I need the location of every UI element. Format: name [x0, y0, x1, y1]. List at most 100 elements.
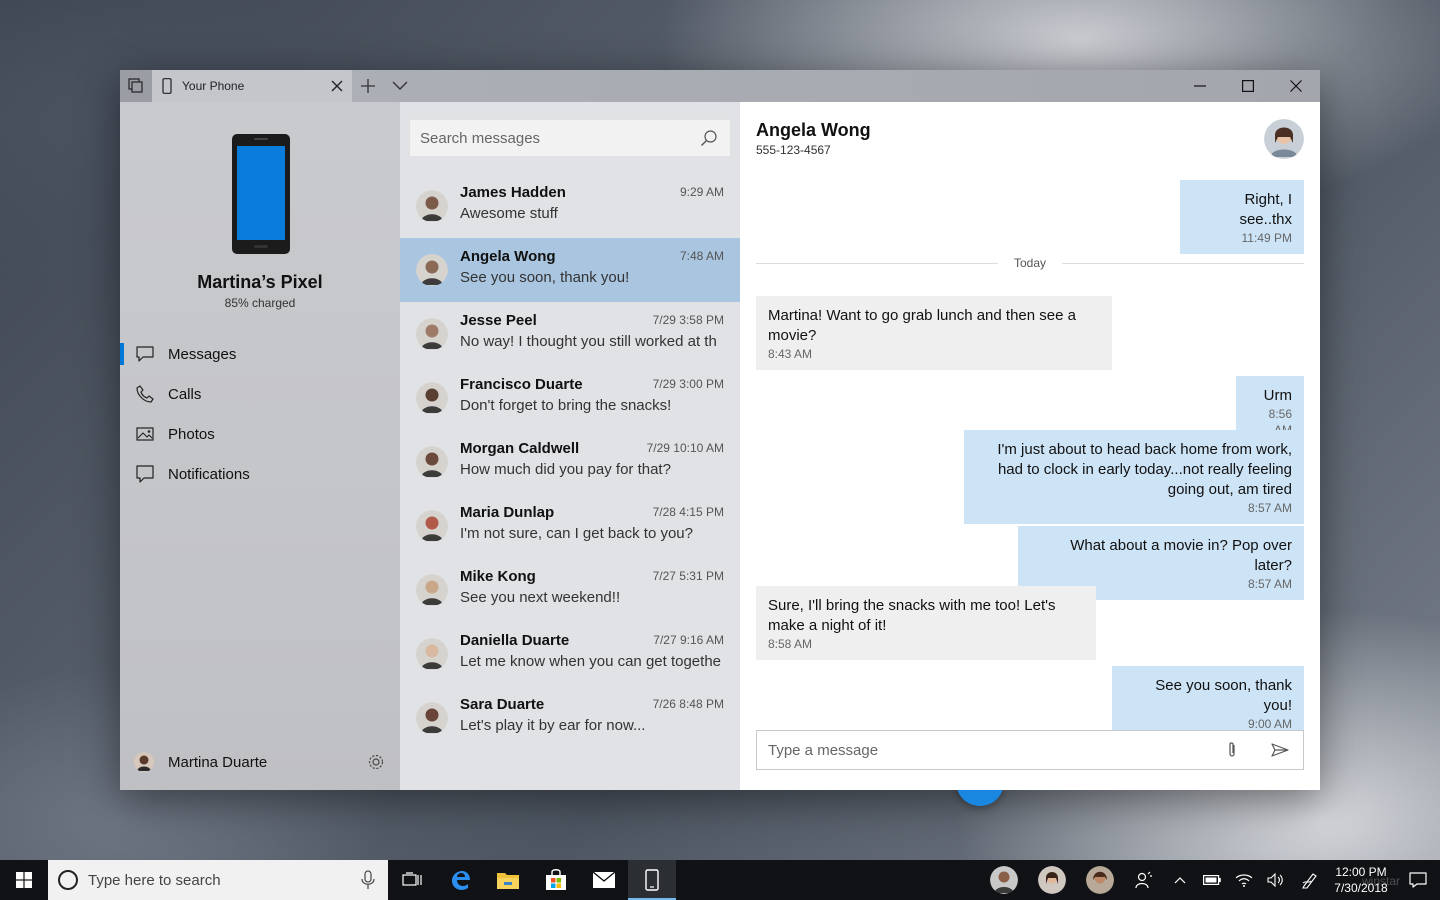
settings-button[interactable] [366, 752, 386, 772]
send-icon[interactable] [1271, 741, 1289, 759]
conversation-item[interactable]: Maria Dunlap 7/28 4:15 PM I'm not sure, ca… [400, 494, 740, 558]
conversation-item[interactable]: Mike Kong 7/27 5:31 PM See you next weeken… [400, 558, 740, 622]
message-input[interactable] [768, 741, 1208, 759]
people-avatar[interactable] [1038, 866, 1066, 894]
conversation-name: Sara Duarte [460, 696, 545, 713]
tab-your-phone[interactable]: Your Phone [152, 70, 352, 102]
conversation-item[interactable]: Sara Duarte 7/26 8:48 PM Let's play it by … [400, 686, 740, 750]
message-text: See you soon, thank you! [1155, 677, 1292, 714]
task-view-button[interactable] [388, 860, 436, 900]
conversation-name: James Hadden [460, 184, 566, 201]
wifi-icon [1235, 874, 1253, 887]
conversation-item[interactable]: James Hadden 9:29 AM Awesome stuff [400, 174, 740, 238]
plus-icon [361, 79, 375, 93]
nav-item-notifications[interactable]: Notifications [120, 454, 400, 494]
incoming-message[interactable]: Martina! Want to go grab lunch and then … [756, 296, 1112, 370]
conversation-item[interactable]: Angela Wong 7:48 AM See you soon, thank yo… [400, 238, 740, 302]
message-time: 8:43 AM [768, 347, 813, 361]
nav-item-messages[interactable]: Messages [120, 334, 400, 374]
windows-logo-icon [16, 872, 32, 888]
pen-workspace-button[interactable] [1292, 860, 1328, 900]
minimize-button[interactable] [1176, 70, 1224, 102]
avatar [416, 574, 448, 606]
avatar [416, 318, 448, 350]
user-profile[interactable]: Martina Duarte [120, 742, 400, 782]
conversation-time: 7/29 3:00 PM [652, 377, 724, 391]
conversation-item[interactable]: Morgan Caldwell 7/29 10:10 AM How much did… [400, 430, 740, 494]
tab-list-button[interactable] [384, 70, 416, 102]
volume-button[interactable] [1260, 860, 1292, 900]
message-text: Sure, I'll bring the snacks with me too!… [768, 597, 1056, 634]
taskbar-search-box[interactable]: Type here to search [48, 860, 388, 900]
taskbar-your-phone[interactable] [628, 860, 676, 900]
network-button[interactable] [1228, 860, 1260, 900]
message-time: 8:57 AM [1247, 501, 1292, 515]
avatar-face [425, 260, 439, 274]
conversation-time: 9:29 AM [679, 185, 724, 199]
taskbar-edge[interactable] [436, 860, 484, 900]
pen-icon [1302, 873, 1317, 889]
chevron-down-icon [392, 81, 408, 90]
start-button[interactable] [0, 860, 48, 900]
minimize-icon [1194, 85, 1206, 87]
conversation-time: 7/29 10:10 AM [646, 441, 724, 455]
conversation-time: 7/28 4:15 PM [652, 505, 724, 519]
nav-item-calls[interactable]: Calls [120, 374, 400, 414]
your-phone-window: Your Phone Martina’s Pixel 85% charged M… [120, 70, 1320, 806]
conversation-time: 7/27 5:31 PM [652, 569, 724, 583]
folder-icon [497, 873, 519, 889]
avatar [416, 510, 448, 542]
outgoing-message[interactable]: See you soon, thank you! 9:00 AM [1112, 666, 1304, 740]
close-tab-button[interactable] [328, 77, 346, 95]
outgoing-message[interactable]: I'm just about to head back home from wo… [964, 430, 1304, 524]
conversation-item[interactable]: Jesse Peel 7/29 3:58 PM No way! I thought … [400, 302, 740, 366]
conversation-item[interactable]: Francisco Duarte 7/29 3:00 PM Don't forget… [400, 366, 740, 430]
people-icon [1135, 871, 1152, 889]
search-input[interactable] [420, 129, 690, 147]
maximize-button[interactable] [1224, 70, 1272, 102]
phone-tab-icon [162, 78, 172, 94]
incoming-message[interactable]: Sure, I'll bring the snacks with me too!… [756, 586, 1096, 660]
chevron-up-icon [1174, 877, 1186, 884]
close-window-button[interactable] [1272, 70, 1320, 102]
taskbar-mail[interactable] [580, 860, 628, 900]
search-icon[interactable] [700, 129, 718, 147]
taskbar-search-placeholder: Type here to search [88, 871, 221, 889]
new-tab-button[interactable] [352, 70, 384, 102]
contact-avatar[interactable] [1264, 119, 1304, 159]
profile-name: Martina Duarte [168, 753, 268, 771]
people-avatar[interactable] [990, 866, 1018, 894]
conversation-name: Maria Dunlap [460, 504, 555, 521]
action-center-button[interactable] [1402, 860, 1434, 900]
battery-icon [1203, 875, 1221, 885]
conversation-name: Angela Wong [460, 248, 556, 265]
search-box[interactable] [409, 119, 731, 157]
phone-call-icon [136, 385, 154, 403]
conversation-time: 7/27 9:16 AM [653, 633, 724, 647]
people-avatar[interactable] [1086, 866, 1114, 894]
nav-list: Messages Calls Photos Notifications [120, 334, 400, 494]
conversation-item[interactable]: Daniella Duarte 7/27 9:16 AM Let me know w… [400, 622, 740, 686]
conversation-time: 7/26 8:48 PM [652, 697, 724, 711]
avatar-face [425, 388, 439, 402]
tab-title: Your Phone [182, 79, 245, 93]
microphone-icon[interactable] [360, 870, 376, 890]
notifications-icon [1409, 872, 1427, 888]
chat-contact-phone: 555-123-4567 [756, 143, 831, 157]
taskbar-store[interactable] [532, 860, 580, 900]
navigation-pane: Martina’s Pixel 85% charged Messages Cal… [120, 102, 400, 790]
outgoing-message[interactable]: Right, I see..thx 11:49 PM [1180, 180, 1304, 254]
taskbar-file-explorer[interactable] [484, 860, 532, 900]
battery-button[interactable] [1196, 860, 1228, 900]
task-view-icon [402, 872, 422, 886]
set-aside-tabs-button[interactable] [120, 70, 152, 102]
people-button[interactable] [1124, 860, 1164, 900]
message-composer[interactable] [756, 730, 1304, 770]
avatar [416, 190, 448, 222]
show-hidden-icons-button[interactable] [1164, 860, 1196, 900]
attach-icon[interactable] [1223, 741, 1241, 759]
avatar [134, 752, 154, 772]
system-tray [1164, 860, 1328, 900]
nav-item-photos[interactable]: Photos [120, 414, 400, 454]
cortana-icon [58, 870, 78, 890]
